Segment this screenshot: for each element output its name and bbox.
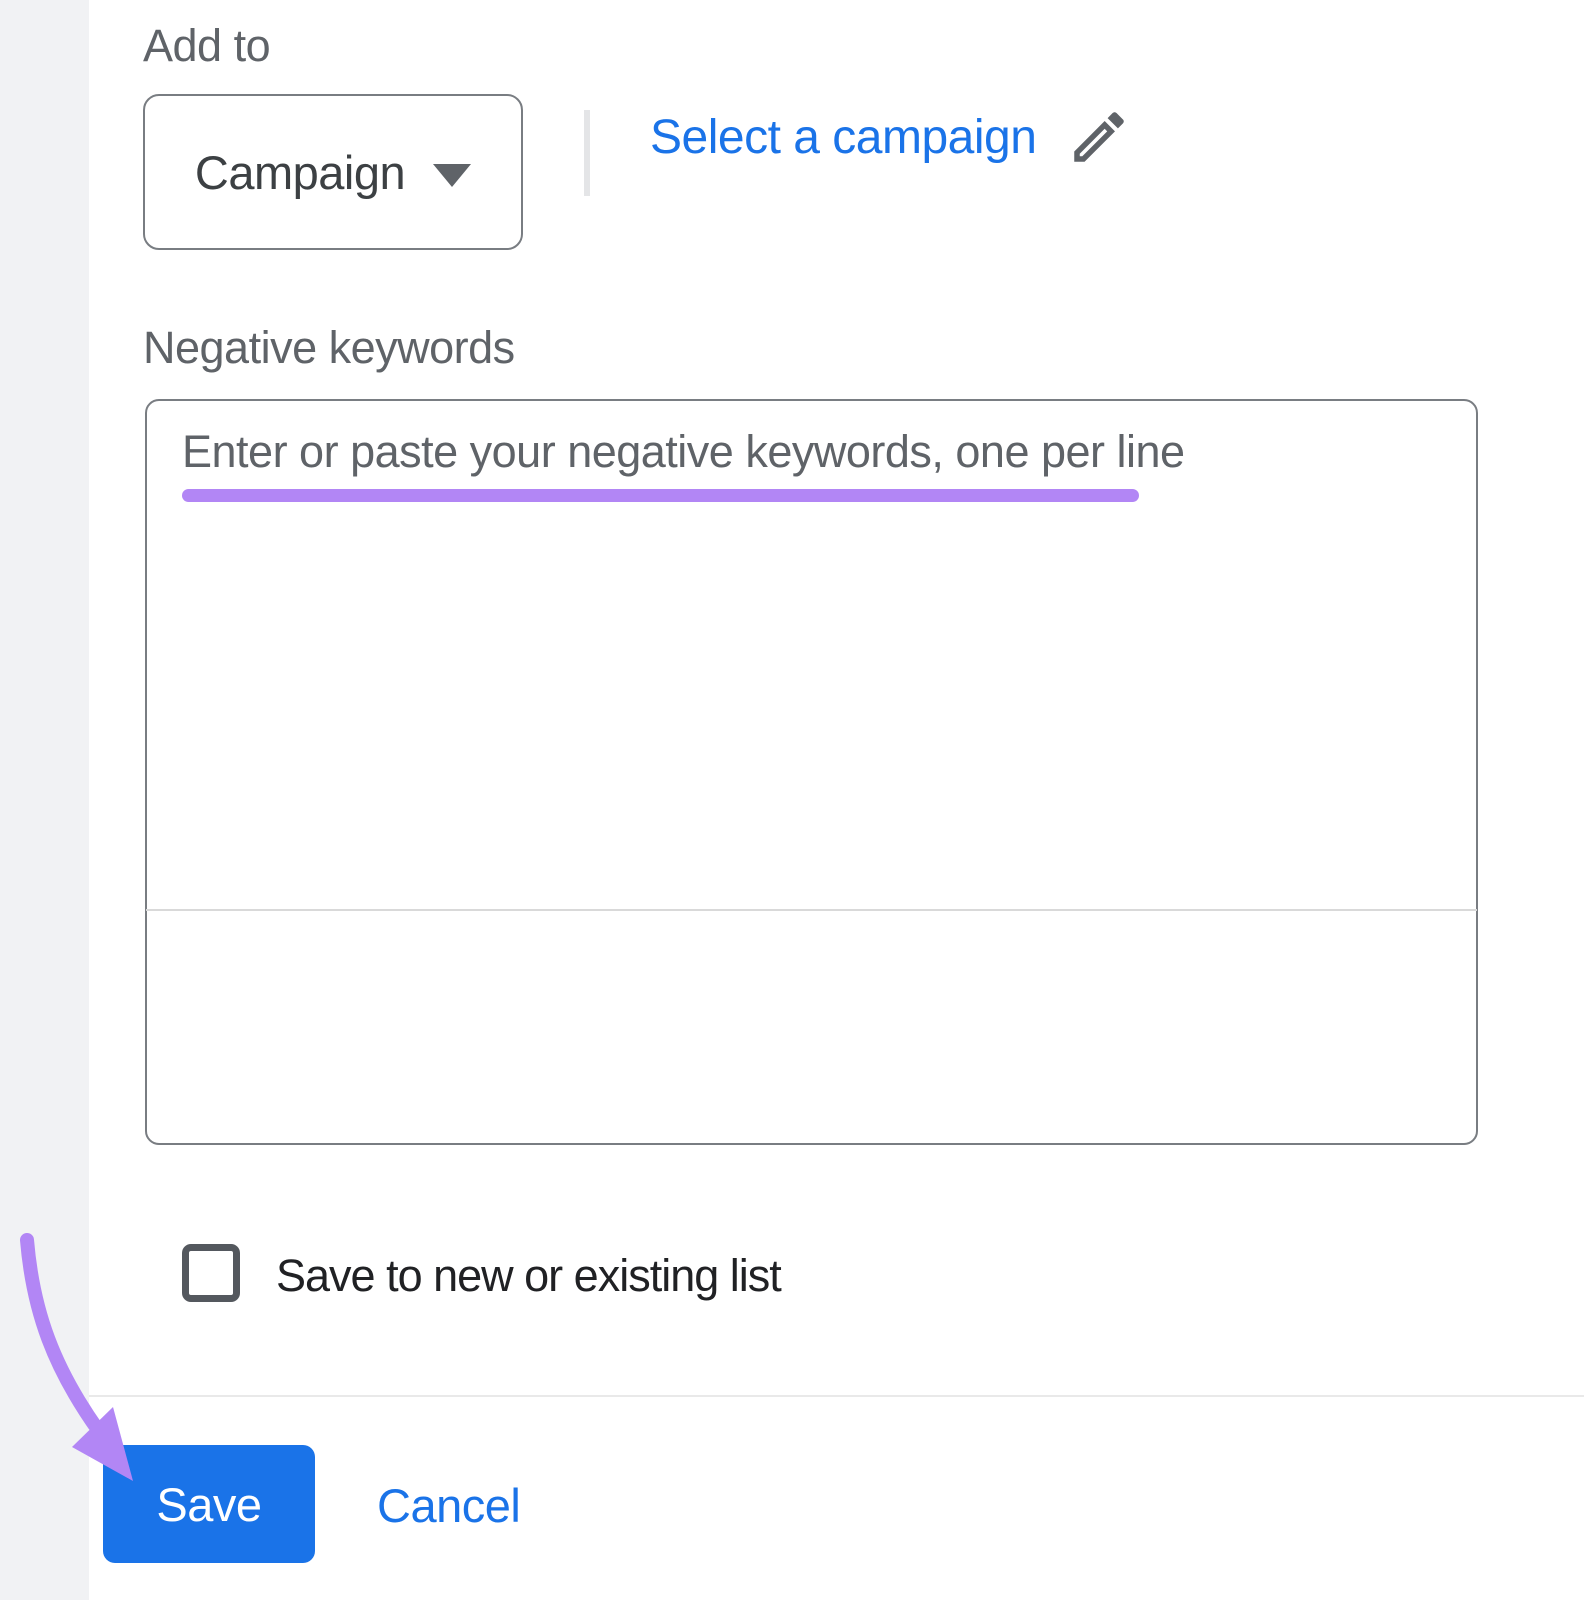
negative-keywords-label: Negative keywords [143, 322, 515, 373]
dropdown-selected-value: Campaign [194, 145, 406, 199]
save-to-list-label: Save to new or existing list [276, 1250, 782, 1301]
save-button[interactable]: Save [103, 1445, 315, 1563]
select-campaign-link[interactable]: Select a campaign [650, 110, 1037, 165]
add-to-label: Add to [143, 20, 271, 71]
cancel-button[interactable]: Cancel [377, 1478, 521, 1533]
add-to-level-dropdown[interactable]: Campaign [143, 94, 523, 250]
negative-keywords-panel: Add to Campaign Select a campaign Negati… [0, 0, 1584, 1600]
select-campaign-row: Select a campaign [650, 102, 1132, 172]
footer-divider [89, 1395, 1584, 1397]
page-background-strip [0, 0, 89, 1600]
chevron-down-icon [433, 163, 472, 187]
vertical-divider [584, 110, 590, 196]
save-to-list-checkbox[interactable] [182, 1244, 240, 1302]
edit-pencil-icon[interactable] [1066, 104, 1132, 170]
negative-keywords-textarea[interactable] [145, 399, 1478, 1145]
